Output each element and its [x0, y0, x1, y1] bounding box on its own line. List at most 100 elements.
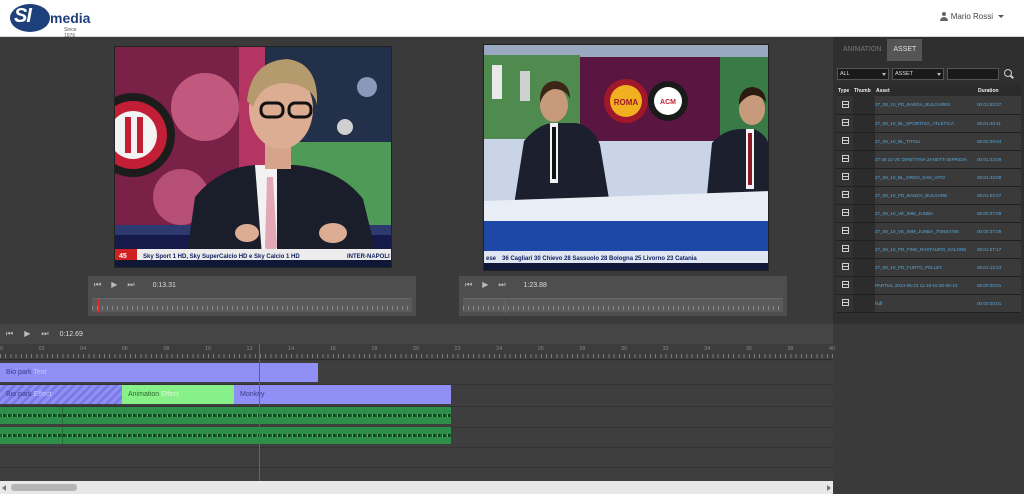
- video-player-left[interactable]: 45 Sky Sport 1 HD, Sky SuperCalcio HD e …: [114, 46, 392, 268]
- asset-name[interactable]: PARTIAL 2014-05-23 11-18-15 00-00-14: [875, 276, 977, 295]
- logo-wordmark: media: [50, 10, 91, 26]
- asset-name[interactable]: 27_08_10_PD_BANDA_BULGARE: [875, 186, 977, 205]
- filter-type-select[interactable]: ASSET: [892, 68, 944, 80]
- tab-animation[interactable]: ANIMATION: [837, 39, 887, 61]
- asset-duration: 00:01:48:11: [977, 114, 1021, 133]
- clip-effect-label: Text: [33, 369, 47, 376]
- asset-name[interactable]: 27_08_10_BL_TITOLI: [875, 132, 977, 151]
- scrollbar-thumb[interactable]: [11, 484, 77, 491]
- film-icon: [841, 209, 849, 216]
- ticker-lead-right: ese: [486, 256, 497, 262]
- asset-name[interactable]: 27_08_10_VE_IMM_JUNBA_700644766: [875, 222, 977, 241]
- user-icon: [939, 12, 948, 21]
- asset-name[interactable]: 27 08 10 VE DIRETTINA ZANETTI BIPRIDIA: [875, 150, 977, 169]
- panel-tabs: ANIMATION ASSET: [837, 39, 923, 61]
- play-icon[interactable]: ▶: [482, 281, 488, 289]
- asset-row[interactable]: 27_08_10_VE_IMM_JUNBA_700644766 00:00:37:…: [837, 222, 1021, 241]
- skip-forward-icon[interactable]: ⏭: [41, 330, 48, 338]
- asset-name[interactable]: 27_08_10_BL_SPORTIVO_ATLETICA: [875, 114, 977, 133]
- film-icon: [841, 173, 849, 180]
- ruler-tick-label: 16: [329, 346, 336, 352]
- asset-row[interactable]: 27 08 10 VE DIRETTINA ZANETTI BIPRIDIA 00…: [837, 150, 1021, 169]
- clip-animation-effect[interactable]: Animation Effect: [122, 385, 234, 404]
- play-icon[interactable]: ▶: [111, 281, 117, 289]
- asset-row[interactable]: 27_08_10_PD_FINE_RASTAURO_SALONE 00:01:57…: [837, 240, 1021, 259]
- film-icon: [841, 245, 849, 252]
- asset-row[interactable]: 27_08_10_PD_BANDA_BULGARE 00:01:52:07: [837, 186, 1021, 205]
- skip-forward-icon[interactable]: ⏭: [498, 281, 505, 289]
- asset-thumb-cell: [853, 258, 875, 277]
- asset-row[interactable]: 27_08_10_VE_IMM_JUNBA 00:00:37:09: [837, 204, 1021, 223]
- ruler-tick-label: 18: [371, 346, 378, 352]
- asset-row[interactable]: 27_08_10_PD_FURTO_PELLET 00:01:13:23: [837, 258, 1021, 277]
- clip-bio-park-effect[interactable]: Bio park Effect: [0, 385, 122, 404]
- skip-forward-icon[interactable]: ⏭: [127, 281, 134, 289]
- timeline-ruler[interactable]: 00 02 04 06 08 10 12 14 16 18 20 22 24 26 28 30 32 34 36 38…: [0, 344, 836, 360]
- video-frame-right: ROMA ACM ese 36 Cagliari 30 Chievo 28 Sa…: [484, 45, 768, 270]
- clip-bio-park-text[interactable]: Bio park Text: [0, 363, 318, 382]
- ruler-tick-label: 30: [620, 346, 628, 352]
- search-icon[interactable]: [1002, 68, 1015, 80]
- control-buttons-right: ⏮ ▶ ⏭ 1:23.88: [459, 276, 547, 294]
- asset-name[interactable]: 27_08_10_PD_BANDA_BULGAREX: [875, 96, 977, 115]
- app-root: SI media Since 1976 Mario Rossi 45 Sky S…: [0, 0, 1024, 494]
- asset-thumb-cell: [853, 276, 875, 295]
- user-menu[interactable]: Mario Rossi: [939, 12, 1004, 21]
- scroll-left-icon[interactable]: [2, 485, 6, 491]
- timeline-playhead[interactable]: [259, 344, 260, 482]
- asset-row[interactable]: 27_08_10_BL_SPORTIVO_ATLETICA 00:01:48:11: [837, 114, 1021, 133]
- col-type[interactable]: Type: [837, 85, 853, 96]
- audio-track-1[interactable]: [0, 407, 451, 424]
- tab-asset[interactable]: ASSET: [887, 39, 923, 61]
- film-icon: [841, 227, 849, 234]
- player-controls-left: ⏮ ▶ ⏭ 0:13.31: [88, 276, 416, 316]
- asset-table-header: Type Thumb Asset Duration: [837, 85, 1021, 96]
- asset-thumb-cell: [853, 294, 875, 313]
- timeline-scrollbar[interactable]: [0, 481, 833, 494]
- acm-badge-text: ACM: [660, 99, 676, 106]
- scroll-right-icon[interactable]: [827, 485, 831, 491]
- clip-monkey[interactable]: Monkey: [234, 385, 451, 404]
- video-frame-left: 45 Sky Sport 1 HD, Sky SuperCalcio HD e …: [115, 47, 391, 267]
- asset-name[interactable]: fsdf: [875, 294, 977, 313]
- logo-since: Since 1976: [64, 27, 77, 39]
- asset-search-input[interactable]: [947, 68, 999, 80]
- clip-effect-label: Effect: [33, 391, 52, 398]
- asset-duration: 00:00:00:01: [977, 276, 1021, 295]
- ruler-tick-label: 34: [704, 346, 711, 352]
- asset-row[interactable]: 27_08_10_BL_TITOLI 00:02:09:04: [837, 132, 1021, 151]
- scrub-bar-right[interactable]: [463, 298, 783, 313]
- asset-row[interactable]: 27_08_10_PD_BANDA_BULGAREX 00:01:52:07: [837, 96, 1021, 115]
- scrub-needle-left[interactable]: [98, 299, 100, 313]
- col-asset[interactable]: Asset: [875, 85, 977, 96]
- asset-type-cell: [837, 204, 853, 223]
- col-duration[interactable]: Duration: [977, 85, 1021, 96]
- asset-row[interactable]: fsdf 00:00:00:01: [837, 294, 1021, 313]
- filter-all-value: ALL: [840, 71, 850, 77]
- ruler-tick-label: 40: [828, 346, 836, 352]
- asset-row[interactable]: PARTIAL 2014-05-23 11-18-15 00-00-14 00:0…: [837, 276, 1021, 295]
- skip-back-icon[interactable]: ⏮: [6, 330, 13, 338]
- asset-duration: 00:00:37:09: [977, 204, 1021, 223]
- video-player-right[interactable]: ROMA ACM ese 36 Cagliari 30 Chievo 28 Sa…: [483, 44, 769, 271]
- scrub-bar-left[interactable]: [92, 298, 412, 313]
- asset-name[interactable]: 27_08_10_VE_IMM_JUNBA: [875, 204, 977, 223]
- audio-track-2[interactable]: [0, 427, 451, 444]
- skip-back-icon[interactable]: ⏮: [465, 281, 472, 289]
- asset-duration: 00:01:43:08: [977, 168, 1021, 187]
- filter-all-select[interactable]: ALL: [837, 68, 889, 80]
- asset-thumb-cell: [853, 204, 875, 223]
- asset-name[interactable]: 27_08_10_BL_ORSO_SAN_VITO: [875, 168, 977, 187]
- asset-name[interactable]: 27_08_10_PD_FURTO_PELLET: [875, 258, 977, 277]
- asset-name[interactable]: 27_08_10_PD_FINE_RASTAURO_SALONE: [875, 240, 977, 259]
- scrub-needle-right[interactable]: [504, 299, 506, 313]
- skip-back-icon[interactable]: ⏮: [94, 281, 101, 289]
- asset-row[interactable]: 27_08_10_BL_ORSO_SAN_VITO 00:01:43:08: [837, 168, 1021, 187]
- roma-badge-text: ROMA: [614, 98, 639, 107]
- col-thumb[interactable]: Thumb: [853, 85, 875, 96]
- asset-type-cell: [837, 132, 853, 151]
- ruler-tick-label: 20: [412, 346, 420, 352]
- ruler-tick-label: 10: [204, 346, 212, 352]
- simedia-logo[interactable]: SI media Since 1976: [10, 3, 91, 39]
- play-icon[interactable]: ▶: [24, 330, 30, 338]
